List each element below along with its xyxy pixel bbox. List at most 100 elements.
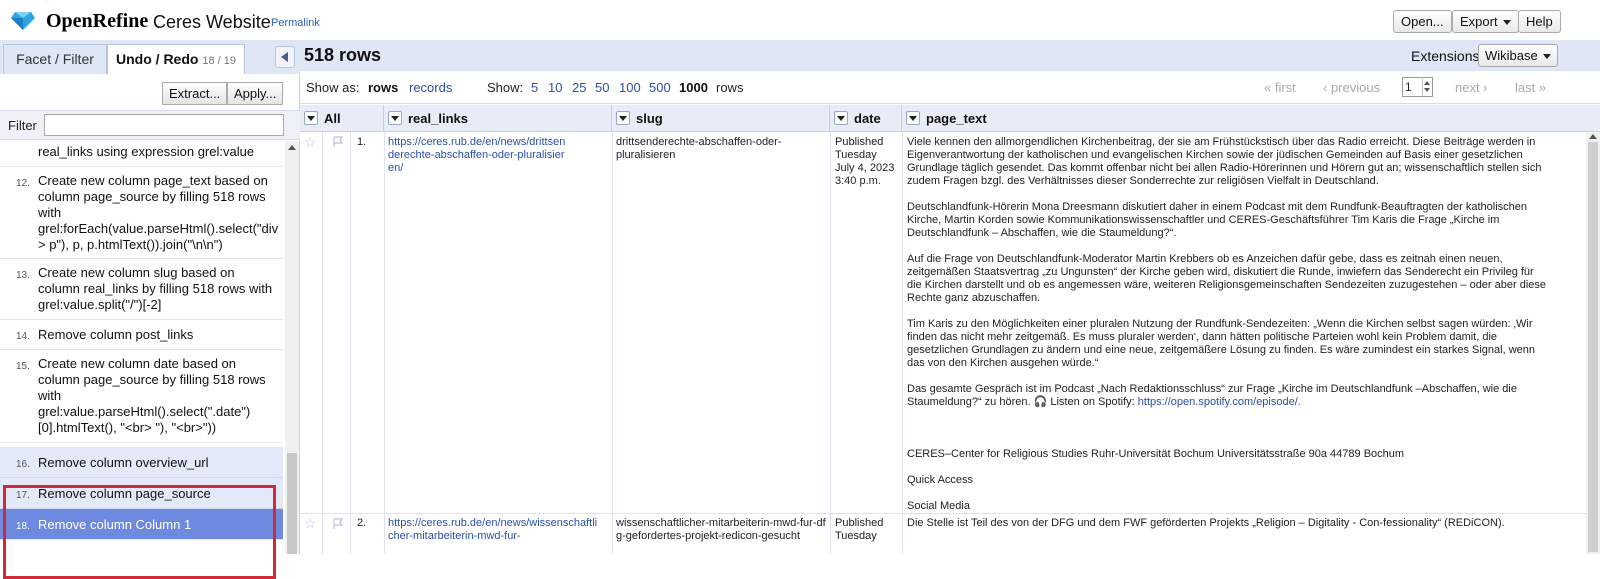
- column-menu-icon[interactable]: [388, 111, 402, 125]
- page-text-cell: Die Stelle ist Teil des von der DFG und …: [907, 517, 1505, 529]
- page-size-25[interactable]: 25: [572, 80, 586, 95]
- apply-button[interactable]: Apply...: [227, 82, 284, 105]
- pager-previous[interactable]: ‹ previous: [1323, 80, 1380, 95]
- column-menu-icon[interactable]: [834, 111, 848, 125]
- scrollbar-thumb[interactable]: [1588, 142, 1598, 552]
- column-menu-icon[interactable]: [616, 111, 630, 125]
- column-label: All: [324, 111, 341, 126]
- pager-next[interactable]: next ›: [1455, 80, 1488, 95]
- page-text-cell: Viele kennen den allmorgendlichen Kirche…: [907, 136, 1547, 526]
- date-cell: Published Tuesday July 4, 2023 3:40 p.m.: [835, 136, 895, 187]
- column-header-real-links[interactable]: real_links: [384, 105, 612, 132]
- tab-facet-label: Facet / Filter: [16, 51, 94, 67]
- history-text: Create new column page_text based on col…: [38, 173, 279, 252]
- page-text-paragraph: Deutschlandfunk-Hörerin Mona Dreesmann d…: [907, 201, 1527, 239]
- left-panel: Facet / Filter Undo / Redo 18 / 19 Extra…: [0, 40, 300, 579]
- diamond-logo-icon: [11, 12, 35, 30]
- flag-icon[interactable]: [332, 518, 344, 530]
- history-item-14[interactable]: 14. Remove column post_links: [0, 320, 283, 350]
- help-button[interactable]: Help: [1518, 10, 1561, 33]
- history-num: 16.: [16, 459, 30, 470]
- row-index: 2.: [357, 517, 367, 529]
- history-num: 15.: [16, 361, 30, 372]
- history-item-15[interactable]: 15. Create new column date based on colu…: [0, 350, 283, 443]
- page-size-500[interactable]: 500: [649, 80, 671, 95]
- app-logo-text[interactable]: OpenRefine: [46, 10, 148, 33]
- spotify-link[interactable]: https://open.spotify.com/episode/.: [1138, 396, 1301, 408]
- column-menu-icon[interactable]: [304, 111, 318, 125]
- column-divider: [350, 132, 351, 554]
- scroll-up-icon[interactable]: [1589, 134, 1597, 139]
- page-size-100[interactable]: 100: [619, 80, 641, 95]
- page-size-50[interactable]: 50: [595, 80, 609, 95]
- scrollbar-thumb[interactable]: [287, 453, 297, 554]
- export-label: Export: [1460, 14, 1498, 29]
- page-size-1000[interactable]: 1000: [679, 80, 708, 95]
- project-name[interactable]: Ceres Website: [153, 12, 271, 33]
- table-header: All real_links slug date page_text: [300, 105, 1600, 132]
- row-index: 1.: [357, 136, 367, 148]
- tab-undo-redo[interactable]: Undo / Redo 18 / 19: [107, 44, 245, 74]
- column-divider: [384, 132, 385, 554]
- history-item-13[interactable]: 13. Create new column slug based on colu…: [0, 259, 283, 320]
- history-filter: Filter: [0, 110, 300, 140]
- table-body: ☆ 1. https://ceres.rub.de/en/news/dritts…: [300, 132, 1586, 554]
- history-item-11[interactable]: real_links using expression grel:value: [0, 141, 283, 167]
- slug-cell: wissenschaftlicher-mitarbeiterin-mwd-fur…: [616, 517, 826, 542]
- page-size-5[interactable]: 5: [531, 80, 538, 95]
- page-size-10[interactable]: 10: [548, 80, 562, 95]
- history-text: Create new column date based on column p…: [38, 356, 266, 435]
- pager-first[interactable]: « first: [1264, 80, 1296, 95]
- help-label: Help: [1526, 14, 1553, 29]
- app-header: OpenRefine Ceres Website Permalink Open.…: [0, 0, 1600, 40]
- wikibase-button[interactable]: Wikibase: [1478, 44, 1558, 67]
- column-header-all[interactable]: All: [300, 105, 384, 132]
- history-scrollbar[interactable]: [285, 141, 299, 554]
- export-button[interactable]: Export: [1452, 10, 1519, 33]
- column-menu-icon[interactable]: [906, 111, 920, 125]
- row-count-title: 518 rows: [304, 45, 382, 65]
- real-links-cell[interactable]: https://ceres.rub.de/en/news/drittsender…: [388, 136, 568, 175]
- page-number-input[interactable]: 1: [1402, 77, 1433, 97]
- star-icon[interactable]: ☆: [304, 515, 317, 532]
- mode-records-link[interactable]: records: [409, 80, 452, 95]
- column-header-slug[interactable]: slug: [612, 105, 830, 132]
- show-as-label: Show as:: [306, 80, 360, 95]
- history-num: 13.: [16, 270, 30, 281]
- date-cell: Published Tuesday: [835, 517, 884, 542]
- table-scrollbar[interactable]: [1586, 132, 1600, 554]
- chevron-down-icon: [1502, 20, 1511, 26]
- data-view: 518 rows Extensions Wikibase Show as: ro…: [300, 40, 1600, 554]
- tab-undo-label: Undo / Redo: [116, 51, 199, 67]
- pager-last[interactable]: last »: [1515, 80, 1546, 95]
- history-item-16[interactable]: 16. Remove column overview_url: [0, 447, 283, 478]
- column-divider: [830, 132, 831, 554]
- scroll-up-icon[interactable]: [288, 145, 296, 150]
- apply-label: Apply...: [234, 86, 277, 101]
- row-divider: [300, 513, 1586, 514]
- mode-rows[interactable]: rows: [368, 80, 398, 95]
- show-label: Show:: [487, 80, 524, 95]
- tab-facet-filter[interactable]: Facet / Filter: [3, 44, 107, 74]
- extensions-label: Extensions: [1411, 48, 1480, 64]
- history-text: Remove column post_links: [38, 327, 194, 342]
- column-header-page-text[interactable]: page_text: [902, 105, 1600, 132]
- column-label: real_links: [408, 111, 468, 126]
- flag-icon[interactable]: [332, 136, 344, 148]
- open-button[interactable]: Open...: [1393, 10, 1452, 33]
- spinner-icon[interactable]: [1422, 79, 1431, 95]
- extract-button[interactable]: Extract...: [162, 82, 228, 105]
- history-text: Remove column overview_url: [38, 455, 209, 470]
- undo-count: 18 / 19: [202, 55, 236, 67]
- permalink-link[interactable]: Permalink: [271, 17, 320, 29]
- highlight-box: [3, 485, 276, 579]
- history-item-12[interactable]: 12. Create new column page_text based on…: [0, 167, 283, 259]
- real-links-cell[interactable]: https://ceres.rub.de/en/news/wissenschaf…: [388, 517, 598, 543]
- filter-input[interactable]: [44, 114, 284, 136]
- filter-label: Filter: [8, 118, 37, 133]
- star-icon[interactable]: ☆: [304, 134, 317, 151]
- collapse-panel-icon[interactable]: [275, 46, 295, 68]
- column-header-date[interactable]: date: [830, 105, 902, 132]
- column-divider: [902, 132, 903, 554]
- history-text: Create new column slug based on column r…: [38, 265, 273, 312]
